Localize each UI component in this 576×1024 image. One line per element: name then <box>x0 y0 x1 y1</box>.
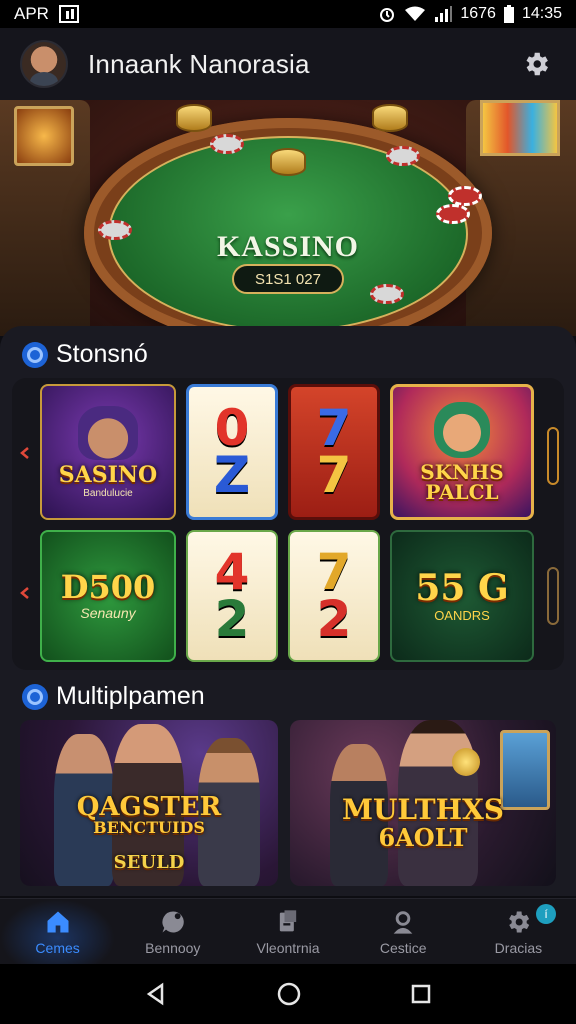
home-button-icon[interactable] <box>276 981 302 1007</box>
section-header-multiplayer: Multiplpamen <box>22 682 205 711</box>
tile-title: SASINO <box>58 461 158 488</box>
tile-subtitle: Senauny <box>80 605 136 621</box>
clock: 14:35 <box>521 5 562 22</box>
card-title: MULTHXS <box>341 793 505 826</box>
settings-button[interactable] <box>516 44 556 84</box>
section-title: Stonsnó <box>56 340 148 368</box>
chevron-left-icon[interactable] <box>16 444 34 462</box>
nav-item-cestice[interactable]: Cestice <box>346 899 461 964</box>
gallery-icon <box>58 5 79 23</box>
character-icon <box>434 402 490 458</box>
table-title: KASSINO <box>216 230 360 263</box>
game-tile-reel[interactable]: 0 Z <box>186 384 278 520</box>
home-icon <box>47 911 69 932</box>
chip-icon <box>98 220 132 240</box>
reel-symbol: 7 <box>316 446 352 504</box>
section-title: Multiplpamen <box>56 682 205 710</box>
tile-title: SKNHS PALCL <box>420 460 504 504</box>
reel-symbol: 7 <box>316 542 352 601</box>
chat-icon <box>162 910 184 932</box>
card-footer: SEULD <box>113 852 185 873</box>
chevron-right-icon[interactable] <box>544 426 562 486</box>
chevron-left-icon[interactable] <box>16 584 34 602</box>
nav-label: Vleontrnia <box>256 939 320 956</box>
app-header: Innaank Nanorasia <box>0 28 576 100</box>
nav-label: Bennooy <box>145 939 201 956</box>
bottom-nav: Cemes Bennooy Vleontrnia Cestice Dracias <box>0 898 576 964</box>
reel-symbol: 7 <box>316 398 352 457</box>
gear-icon <box>509 911 530 932</box>
card-subtitle: 6AOLT <box>378 823 468 852</box>
slot-games-grid: SASINO Bandulucie 0 Z 7 7 SKNHS PALCL D5… <box>12 378 564 670</box>
game-tile-palace[interactable]: SKNHS PALCL <box>390 384 534 520</box>
slot-machine-left <box>0 100 90 336</box>
nav-item-vleontrnia[interactable]: Vleontrnia <box>230 899 345 964</box>
nav-item-dracias[interactable]: Dracias <box>461 899 576 964</box>
reel-symbol: Z <box>213 446 251 504</box>
chevron-right-icon[interactable] <box>544 566 562 626</box>
game-tile-reel[interactable]: 4 2 <box>186 530 278 662</box>
signal-icon <box>434 6 453 22</box>
nav-label: Cestice <box>379 939 427 956</box>
chip-icon <box>370 284 404 304</box>
gear-icon <box>526 52 548 76</box>
chip-icon <box>448 186 482 206</box>
game-tile-oandrs[interactable]: 55 G OANDRS <box>390 530 534 662</box>
tile-subtitle: Bandulucie <box>83 487 133 499</box>
reel-symbol: 4 <box>214 542 250 601</box>
notification-badge: í <box>536 904 556 924</box>
section-icon <box>22 683 48 710</box>
section-header-slots: Stonsnó <box>22 340 148 369</box>
nav-label: Dracias <box>494 939 543 956</box>
section-icon <box>22 341 48 368</box>
status-bar: APR 1676 14:35 <box>0 0 576 28</box>
recents-icon[interactable] <box>410 983 432 1005</box>
card-subtitle: BENCTUIDS <box>93 818 205 837</box>
tile-subtitle: OANDRS <box>434 607 490 623</box>
reel-symbol: 2 <box>316 590 352 648</box>
wifi-icon <box>404 6 426 22</box>
multiplayer-card-multhxs[interactable]: MULTHXS 6AOLT <box>290 720 556 886</box>
game-tile-sasino[interactable]: SASINO Bandulucie <box>40 384 176 520</box>
chip-icon <box>436 204 470 224</box>
nav-item-games[interactable]: Cemes <box>0 899 116 964</box>
nav-label: Cemes <box>35 939 80 956</box>
card-title: QAGSTER <box>76 792 222 822</box>
profile-icon <box>393 910 413 934</box>
alarm-icon <box>378 5 396 23</box>
back-icon[interactable] <box>144 982 168 1006</box>
avatar[interactable] <box>20 40 68 88</box>
battery-icon <box>503 5 514 23</box>
carrier-label: APR <box>14 4 49 23</box>
tile-title: D500 <box>60 568 156 606</box>
reel-symbol: 0 <box>214 398 250 457</box>
header-title: Innaank Nanorasia <box>88 48 310 79</box>
system-nav-bar <box>0 964 576 1024</box>
nav-item-bennooy[interactable]: Bennooy <box>115 899 230 964</box>
chip-stack-icon <box>372 104 408 132</box>
game-tile-reel[interactable]: 7 7 <box>288 384 380 520</box>
hero-banner[interactable]: KASSINO S1S1 027 <box>0 100 576 336</box>
chip-icon <box>386 146 420 166</box>
trophy-icon <box>279 909 297 931</box>
game-tile-d500[interactable]: D500 Senauny <box>40 530 176 662</box>
crown-icon <box>78 405 138 460</box>
reel-symbol: 2 <box>214 590 250 648</box>
game-tile-reel[interactable]: 7 2 <box>288 530 380 662</box>
chip-icon <box>210 134 244 154</box>
status-number: 1676 <box>460 5 496 22</box>
chip-stack-icon <box>270 148 306 176</box>
coin-icon <box>452 748 480 776</box>
multiplayer-card-qagster[interactable]: QAGSTER BENCTUIDS SEULD <box>20 720 278 886</box>
tile-title: 55 G <box>415 566 509 609</box>
chip-stack-icon <box>176 104 212 132</box>
table-badge: S1S1 027 <box>232 264 344 294</box>
